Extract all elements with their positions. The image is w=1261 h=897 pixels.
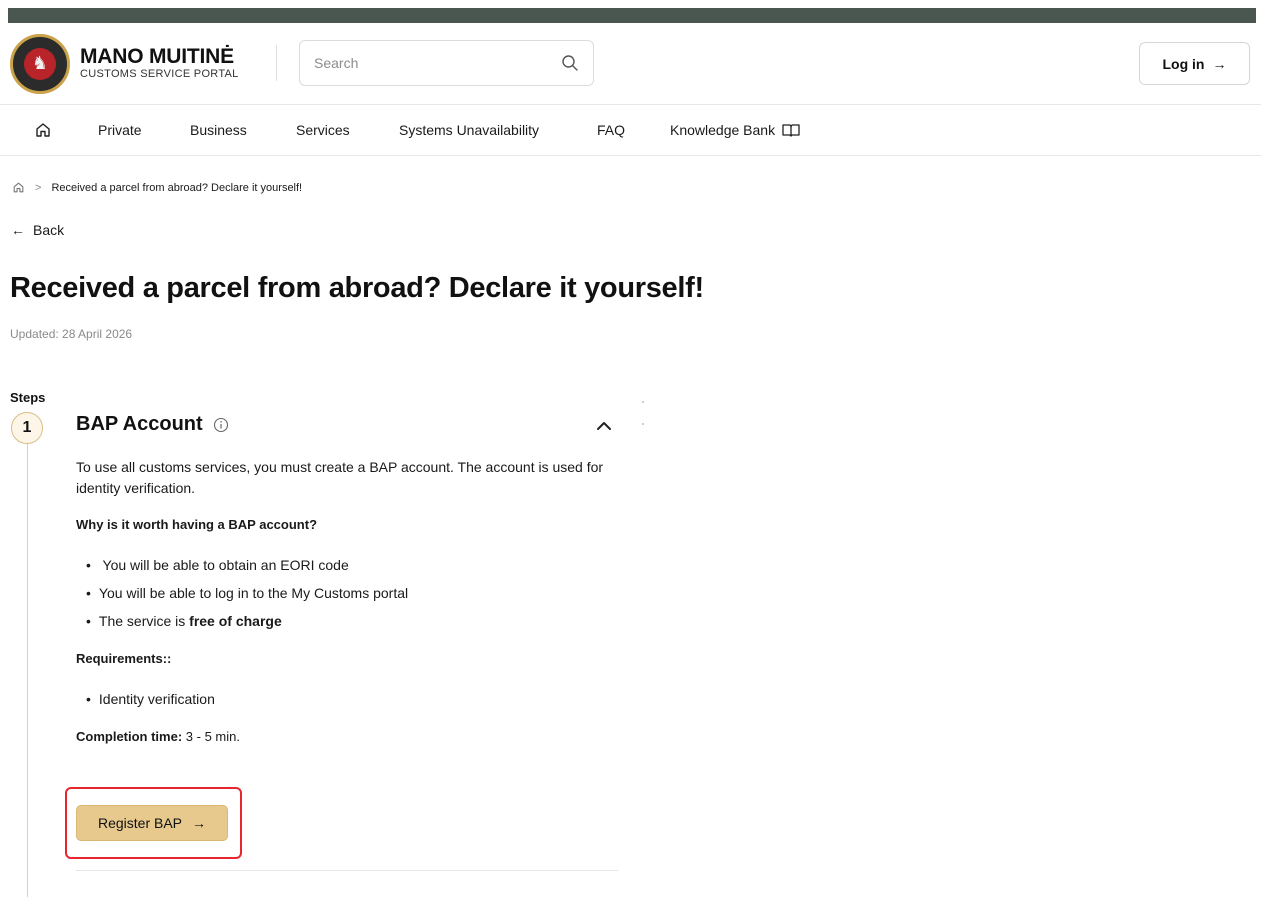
list-item: • You will be able to log in to the My C… <box>86 584 408 602</box>
step-number: 1 <box>11 412 43 444</box>
nav-item-knowledge-bank[interactable]: Knowledge Bank <box>670 121 801 139</box>
back-link[interactable]: ← Back <box>11 222 64 238</box>
completion-time: Completion time: 3 - 5 min. <box>76 729 240 744</box>
step-title[interactable]: BAP Account <box>76 413 229 436</box>
nav-item-services[interactable]: Services <box>296 121 350 139</box>
bullet: • <box>86 585 91 601</box>
benefit-text: You will be able to obtain an EORI code <box>98 557 349 573</box>
book-icon <box>782 124 800 137</box>
requirement-text: Identity verification <box>98 691 215 707</box>
header-divider <box>276 45 277 81</box>
login-button[interactable]: Log in → <box>1139 42 1250 85</box>
back-label: Back <box>33 222 65 238</box>
nav-item-private[interactable]: Private <box>98 121 142 139</box>
nav-item-faq[interactable]: FAQ <box>597 121 625 139</box>
search-icon[interactable] <box>561 54 579 72</box>
register-bap-button[interactable]: Register BAP → <box>76 805 228 841</box>
breadcrumb-separator: > <box>35 181 42 194</box>
brand-name: MANO MUITINĖ <box>80 45 234 68</box>
customs-logo[interactable]: ♞ <box>10 34 70 94</box>
brand-subtitle: CUSTOMS SERVICE PORTAL <box>80 68 239 80</box>
arrow-left-icon: ← <box>11 222 25 238</box>
page-title: Received a parcel from abroad? Declare i… <box>10 272 704 304</box>
breadcrumb-current[interactable]: Received a parcel from abroad? Declare i… <box>51 182 302 194</box>
benefit-text-prefix: The service is <box>98 613 190 629</box>
home-icon[interactable] <box>34 121 52 139</box>
info-icon[interactable] <box>213 417 229 433</box>
brand[interactable]: MANO MUITINĖ CUSTOMS SERVICE PORTAL <box>80 46 239 81</box>
benefit-text: The service is free of charge <box>99 612 282 630</box>
completion-value: 3 - 5 min. <box>185 729 240 744</box>
benefit-text: You will be able to log in to the My Cus… <box>98 585 409 601</box>
list-item: • The service is free of charge <box>86 612 282 630</box>
step-intro: To use all customs services, you must cr… <box>76 459 604 496</box>
why-heading: Why is it worth having a BAP account? <box>76 517 318 532</box>
main-nav: Private Business Services Systems Unavai… <box>0 105 1261 156</box>
breadcrumb-home-icon[interactable] <box>12 181 25 194</box>
bullet: • <box>86 557 91 573</box>
decorative-dot <box>642 423 644 425</box>
nav-item-business[interactable]: Business <box>190 121 247 139</box>
steps-label: Steps <box>10 390 46 405</box>
bullet: • <box>86 613 91 629</box>
benefit-text-bold: free of charge <box>189 613 282 629</box>
updated-date: Updated: 28 April 2026 <box>10 327 133 341</box>
nav-item-systems-unavailability[interactable]: Systems Unavailability <box>399 121 539 139</box>
site-header: ♞ MANO MUITINĖ CUSTOMS SERVICE PORTAL Lo… <box>0 23 1261 105</box>
completion-label: Completion time: <box>76 729 183 744</box>
breadcrumb: > Received a parcel from abroad? Declare… <box>12 181 302 194</box>
section-divider <box>76 870 618 871</box>
search-box[interactable] <box>299 40 594 86</box>
list-item: • Identity verification <box>86 690 215 708</box>
decorative-dot <box>642 401 644 403</box>
arrow-right-icon: → <box>192 815 207 831</box>
search-input[interactable] <box>314 53 554 73</box>
step-title-text: BAP Account <box>76 413 203 435</box>
login-label: Log in <box>1162 55 1205 72</box>
top-utility-bar <box>8 8 1256 23</box>
list-item: • You will be able to obtain an EORI cod… <box>86 556 349 574</box>
arrow-right-icon: → <box>1212 55 1227 72</box>
bullet: • <box>86 691 91 707</box>
knight-icon: ♞ <box>31 53 49 73</box>
chevron-up-icon[interactable] <box>595 418 613 434</box>
requirements-heading: Requirements:: <box>76 651 172 666</box>
register-label: Register BAP <box>97 815 183 831</box>
step-timeline <box>27 444 28 897</box>
nav-item-knowledge-bank-label: Knowledge Bank <box>670 122 776 138</box>
